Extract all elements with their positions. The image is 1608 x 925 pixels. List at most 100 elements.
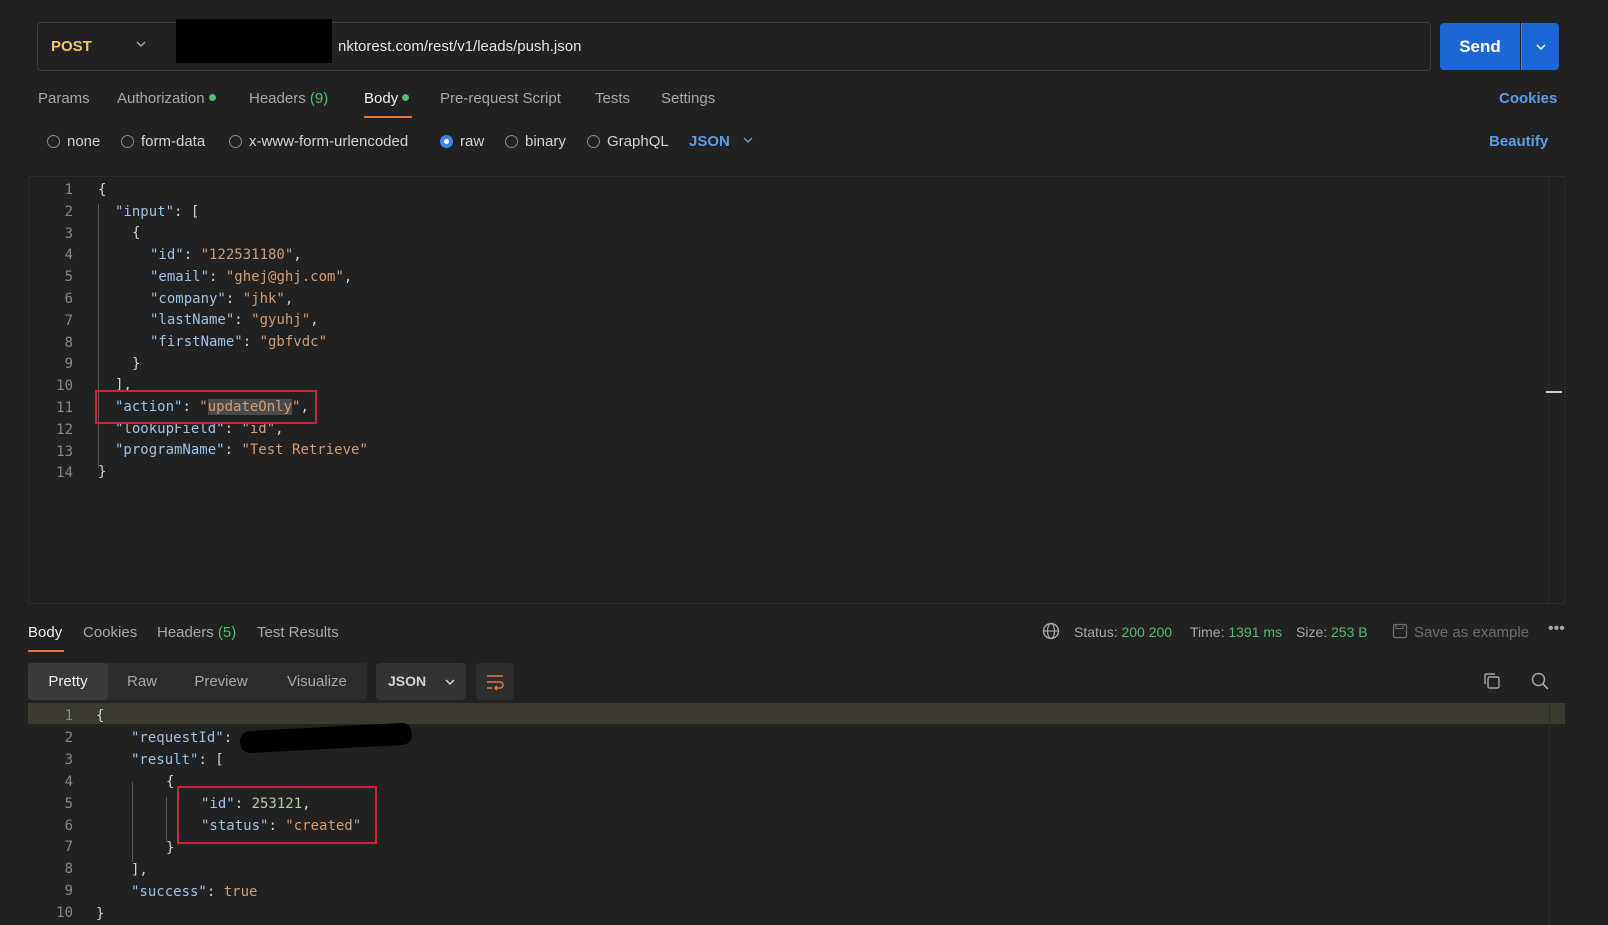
line-number: 1 (64, 708, 73, 724)
chevron-down-icon[interactable] (135, 37, 147, 55)
line-number: 9 (64, 883, 73, 900)
radio-circle-icon (587, 135, 600, 148)
save-as-example-button[interactable]: Save as example (1392, 623, 1529, 641)
view-visualize-button[interactable]: Visualize (270, 663, 364, 700)
radio-raw[interactable]: raw (440, 133, 484, 150)
response-format-select[interactable]: JSON (376, 663, 466, 700)
code-line: } (96, 906, 105, 922)
more-options-icon[interactable]: ••• (1548, 620, 1565, 638)
code-line: } (166, 840, 175, 856)
code-line: "result": [ (131, 752, 224, 768)
response-tab-cookies[interactable]: Cookies (83, 624, 137, 641)
response-tab-headers-label: Headers (157, 624, 214, 641)
view-raw-button[interactable]: Raw (112, 663, 172, 700)
tab-body[interactable]: Body (364, 90, 410, 107)
json-key: "id" (150, 247, 184, 263)
wrap-lines-button[interactable] (476, 663, 514, 700)
line-number: 4 (64, 247, 73, 264)
code-line: "email": "ghej@ghj.com", (150, 269, 353, 285)
save-icon (1392, 623, 1408, 639)
tab-authorization[interactable]: Authorization (117, 90, 216, 107)
status-label: Status: (1074, 624, 1118, 640)
line-number: 8 (64, 334, 73, 351)
line-number: 10 (56, 905, 73, 922)
highlight-box (95, 390, 317, 424)
chevron-down-icon (445, 679, 455, 686)
code-line: } (98, 464, 107, 480)
radio-none[interactable]: none (47, 133, 100, 150)
status-dot (208, 94, 216, 101)
line-number: 4 (64, 773, 73, 790)
line-number: 7 (64, 312, 73, 329)
time-readout: Time: 1391 ms (1190, 624, 1282, 640)
active-tab-indicator (364, 116, 412, 118)
line-number: 2 (64, 729, 73, 746)
tab-prerequest-script[interactable]: Pre-request Script (440, 90, 561, 107)
radio-form-data[interactable]: form-data (121, 133, 205, 150)
scrollbar-thumb[interactable] (1546, 391, 1562, 393)
view-pretty-button[interactable]: Pretty (28, 663, 108, 700)
tab-headers[interactable]: Headers (9) (249, 90, 328, 107)
code-line: { (98, 182, 107, 198)
beautify-button[interactable]: Beautify (1489, 133, 1548, 150)
tab-tests[interactable]: Tests (595, 90, 630, 107)
size-label: Size: (1296, 624, 1328, 640)
url-bar[interactable]: POST nktorest.com/rest/v1/leads/push.jso… (37, 19, 1431, 71)
line-number: 3 (64, 225, 73, 242)
cookies-link[interactable]: Cookies (1499, 90, 1557, 107)
view-preview-button[interactable]: Preview (180, 663, 262, 700)
send-options-button[interactable] (1521, 23, 1559, 70)
radio-selected-icon (440, 135, 453, 148)
tab-params[interactable]: Params (38, 90, 90, 107)
radio-circle-icon (121, 135, 134, 148)
code-line: "requestId": (131, 730, 233, 746)
status-value: 200 200 (1121, 624, 1173, 640)
status-dot (402, 94, 410, 101)
tab-authorization-label: Authorization (117, 90, 205, 107)
tab-settings[interactable]: Settings (661, 90, 715, 107)
json-key: "result" (131, 752, 199, 768)
method-select[interactable]: POST (51, 38, 92, 55)
indent-guide (166, 797, 167, 842)
radio-graphql[interactable]: GraphQL (587, 133, 669, 150)
json-key: "input" (115, 204, 175, 220)
radio-urlencoded[interactable]: x-www-form-urlencoded (229, 133, 408, 150)
code-line: { (132, 225, 141, 241)
highlight-box (177, 786, 377, 844)
time-label: Time: (1190, 624, 1225, 640)
globe-icon[interactable] (1041, 621, 1061, 644)
code-line: "firstName": "gbfvdc" (150, 334, 328, 350)
line-number: 6 (64, 291, 73, 307)
size-readout: Size: 253 B (1296, 624, 1368, 640)
code-line: { (96, 708, 105, 724)
search-icon[interactable] (1530, 671, 1550, 696)
line-number: 11 (56, 400, 73, 416)
json-value: "gyuhj" (251, 312, 311, 328)
radio-circle-icon (229, 135, 242, 148)
status-readout: Status: 200 200 (1074, 624, 1172, 640)
json-value: "Test Retrieve" (241, 442, 368, 458)
radio-binary[interactable]: binary (505, 133, 566, 150)
headers-count: (9) (309, 90, 329, 107)
line-number: 5 (64, 795, 73, 812)
response-tab-test-results[interactable]: Test Results (257, 624, 339, 641)
json-value: "122531180" (200, 247, 294, 263)
line-number: 14 (56, 465, 73, 482)
editor-scrollbar[interactable] (1548, 177, 1564, 603)
radio-label: form-data (141, 133, 206, 150)
response-tab-headers[interactable]: Headers (5) (157, 624, 236, 641)
code-line: "company": "jhk", (150, 291, 294, 307)
json-value: "jhk" (242, 291, 285, 307)
response-tab-body[interactable]: Body (28, 624, 62, 641)
radio-label: none (67, 133, 101, 150)
send-button[interactable]: Send (1440, 23, 1520, 70)
chevron-down-icon (743, 137, 753, 144)
size-value: 253 B (1331, 624, 1368, 640)
editor-scrollbar[interactable] (1549, 703, 1565, 925)
language-select[interactable]: JSON (689, 133, 754, 150)
url-input[interactable]: nktorest.com/rest/v1/leads/push.json (338, 38, 581, 55)
code-line: "success": true (131, 884, 258, 900)
copy-icon[interactable] (1482, 671, 1502, 696)
code-line: ], (131, 862, 148, 878)
wrap-lines-icon (487, 675, 504, 691)
